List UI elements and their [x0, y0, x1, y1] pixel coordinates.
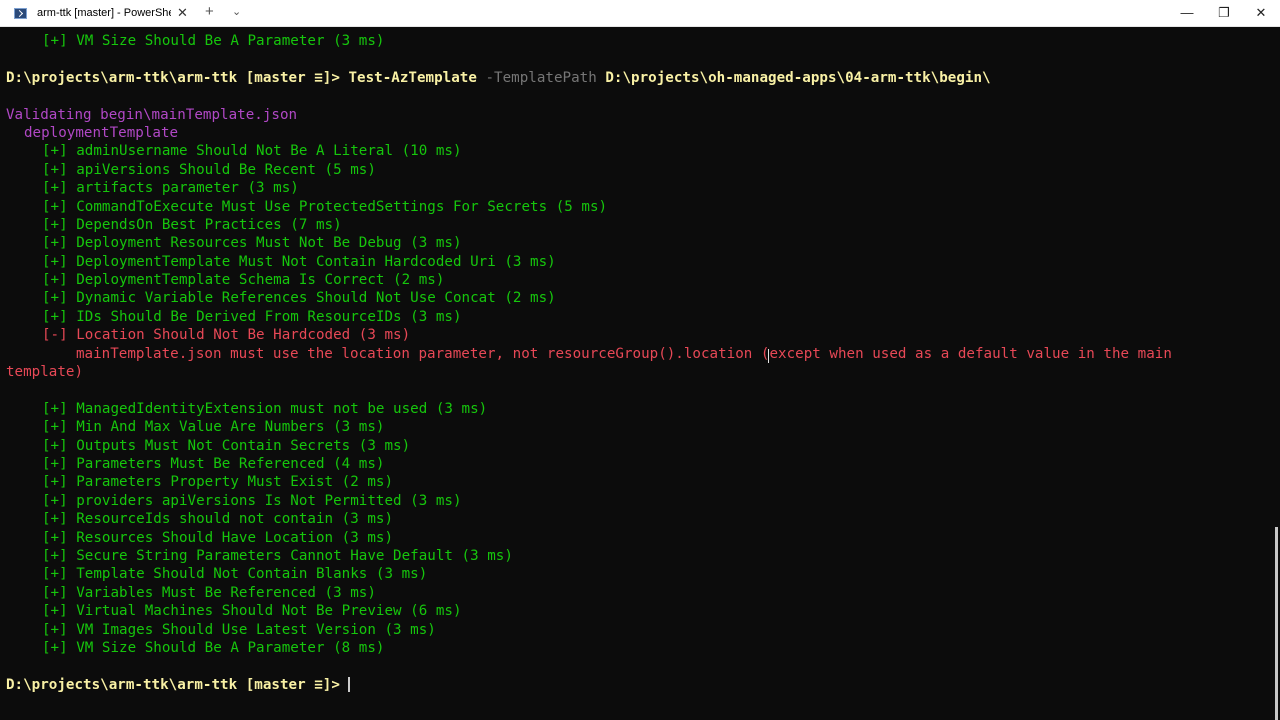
failed-message: mainTemplate.json must use the location …: [76, 345, 1172, 362]
failed-message-wrap: template): [6, 364, 84, 381]
test-result-line: [+] Parameters Must Be Referenced (4 ms): [42, 455, 385, 472]
final-prompt-line[interactable]: D:\projects\arm-ttk\arm-ttk [master ≡]>: [6, 676, 1266, 694]
test-result-line: [+] Deployment Resources Must Not Be Deb…: [42, 235, 462, 252]
test-result-line: [+] apiVersions Should Be Recent (5 ms): [42, 161, 376, 178]
group-header: deploymentTemplate: [24, 124, 179, 141]
command-line: D:\projects\arm-ttk\arm-ttk [master ≡]> …: [6, 69, 1266, 87]
maximize-button[interactable]: ❐: [1209, 3, 1239, 23]
results-before: [+] adminUsername Should Not Be A Litera…: [6, 142, 1266, 326]
test-result-line: [+] Dynamic Variable References Should N…: [42, 290, 556, 307]
tab-close-icon[interactable]: ✕: [177, 5, 188, 21]
minimize-button[interactable]: —: [1172, 3, 1202, 23]
test-result-line: [+] Template Should Not Contain Blanks (…: [42, 566, 428, 583]
command-arg: D:\projects\oh-managed-apps\04-arm-ttk\b…: [605, 69, 991, 86]
title-bar: arm-ttk [master] - PowerShell 7. ✕ + ⌄ —…: [0, 0, 1280, 27]
terminal-output[interactable]: [+] VM Size Should Be A Parameter (3 ms)…: [6, 32, 1266, 694]
test-result-line: [+] ManagedIdentityExtension must not be…: [42, 400, 488, 417]
text-cursor: [347, 677, 350, 693]
terminal-tab[interactable]: arm-ttk [master] - PowerShell 7. ✕: [6, 2, 198, 24]
test-result-line: [+] Virtual Machines Should Not Be Previ…: [42, 603, 462, 620]
output-line: [+] VM Size Should Be A Parameter (3 ms): [42, 33, 385, 49]
scrollbar[interactable]: [1275, 527, 1278, 720]
test-result-line: [+] CommandToExecute Must Use ProtectedS…: [42, 198, 608, 215]
test-result-line: [+] Resources Should Have Location (3 ms…: [42, 529, 394, 546]
test-result-line: [+] VM Size Should Be A Parameter (8 ms): [42, 639, 385, 656]
test-result-line: [+] artifacts parameter (3 ms): [42, 180, 299, 197]
test-result-line: [+] DependsOn Best Practices (7 ms): [42, 216, 342, 233]
test-result-line: [+] DeploymentTemplate Must Not Contain …: [42, 253, 556, 270]
test-result-line: [+] IDs Should Be Derived From ResourceI…: [42, 308, 462, 325]
results-after: [+] ManagedIdentityExtension must not be…: [6, 400, 1266, 657]
command-param: -TemplatePath: [485, 69, 597, 86]
test-result-line: [+] providers apiVersions Is Not Permitt…: [42, 492, 462, 509]
test-result-line: [+] VM Images Should Use Latest Version …: [42, 621, 436, 638]
failed-test: [-] Location Should Not Be Hardcoded (3 …: [42, 327, 411, 344]
powershell-icon: [14, 7, 27, 19]
test-result-line: [+] Variables Must Be Referenced (3 ms): [42, 584, 376, 601]
test-result-line: [+] Secure String Parameters Cannot Have…: [42, 547, 513, 564]
close-button[interactable]: ✕: [1246, 3, 1276, 23]
test-result-line: [+] Parameters Property Must Exist (2 ms…: [42, 474, 394, 491]
test-result-line: [+] DeploymentTemplate Schema Is Correct…: [42, 272, 445, 289]
final-prompt: D:\projects\arm-ttk\arm-ttk [master ≡]>: [6, 676, 340, 693]
test-result-line: [+] Min And Max Value Are Numbers (3 ms): [42, 419, 385, 436]
test-result-line: [+] Outputs Must Not Contain Secrets (3 …: [42, 437, 411, 454]
validating-header: Validating begin\mainTemplate.json: [6, 106, 298, 123]
prompt: D:\projects\arm-ttk\arm-ttk [master ≡]>: [6, 69, 340, 86]
tab-title: arm-ttk [master] - PowerShell 7.: [37, 7, 171, 19]
mouse-ibeam-cursor: [768, 349, 769, 363]
new-tab-button[interactable]: +: [205, 3, 214, 20]
command-name: Test-AzTemplate: [348, 69, 477, 86]
tab-dropdown-icon[interactable]: ⌄: [232, 5, 241, 18]
test-result-line: [+] ResourceIds should not contain (3 ms…: [42, 511, 394, 528]
test-result-line: [+] adminUsername Should Not Be A Litera…: [42, 143, 462, 160]
